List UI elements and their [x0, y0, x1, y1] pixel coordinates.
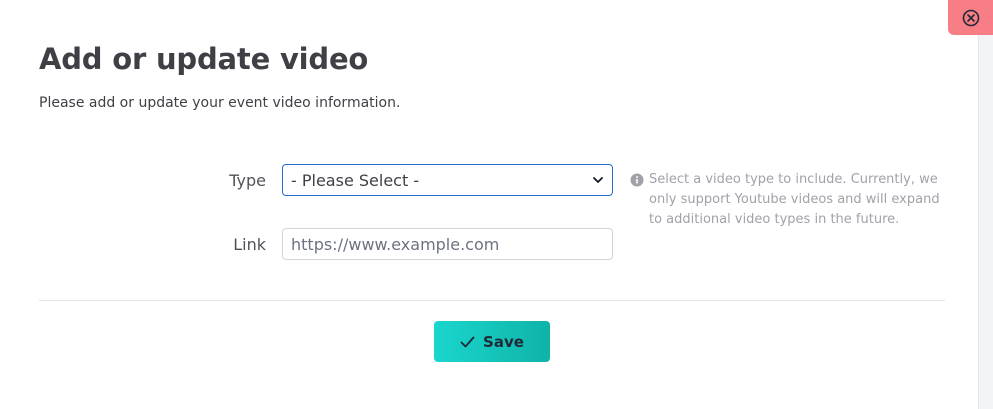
info-icon — [630, 173, 644, 187]
save-label: Save — [483, 332, 524, 351]
video-link-input[interactable] — [282, 228, 613, 260]
modal-subtitle: Please add or update your event video in… — [39, 95, 401, 111]
link-label: Link — [233, 235, 266, 254]
chevron-down-icon — [593, 177, 603, 183]
video-modal: Add or update video Please add or update… — [0, 0, 978, 409]
page-scroll-edge — [978, 0, 993, 409]
video-type-help: Select a video type to include. Currentl… — [630, 172, 950, 230]
video-type-select[interactable]: - Please Select - — [282, 164, 613, 196]
video-type-selected-value: - Please Select - — [291, 170, 420, 190]
help-text: Select a video type to include. Currentl… — [649, 172, 940, 227]
save-button[interactable]: Save — [434, 321, 550, 362]
close-circle-icon — [962, 9, 979, 26]
type-label: Type — [229, 171, 266, 190]
modal-title: Add or update video — [39, 42, 369, 76]
close-button[interactable] — [948, 0, 993, 35]
form-divider — [39, 300, 945, 301]
check-icon — [460, 336, 475, 347]
